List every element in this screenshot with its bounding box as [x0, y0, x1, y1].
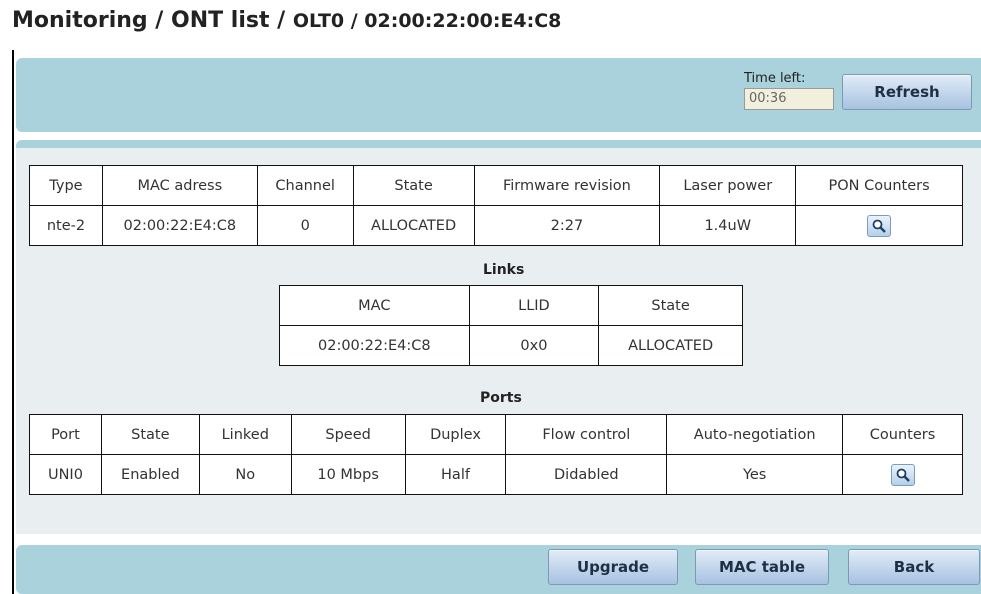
column-header: State — [100, 414, 200, 455]
link-state: ALLOCATED — [598, 325, 743, 366]
ont-firmware: 2:27 — [473, 205, 661, 246]
link-llid: 0x0 — [468, 325, 600, 366]
port-flow-control: Didabled — [505, 454, 668, 495]
magnifier-icon[interactable] — [867, 214, 892, 237]
port-counters-cell — [842, 454, 963, 495]
column-header: Auto-negotiation — [666, 414, 844, 455]
page-title: Monitoring / ONT list / OLT0 / 02:00:22:… — [12, 8, 561, 33]
column-header: State — [352, 165, 475, 206]
port-speed: 10 Mbps — [290, 454, 406, 495]
toolbar-panel: Time left: 00:36 Refresh — [16, 58, 981, 132]
port-state: Enabled — [100, 454, 200, 495]
ont-laser-power: 1.4uW — [659, 205, 797, 246]
port-name: UNI0 — [29, 454, 102, 495]
ont-table: Type MAC adress Channel State Firmware r… — [29, 165, 963, 246]
port-linked: No — [198, 454, 292, 495]
column-header: Laser power — [659, 165, 797, 206]
port-auto-negotiation: Yes — [666, 454, 844, 495]
ports-title: Ports — [480, 390, 522, 406]
page-title-device: OLT0 / 02:00:22:00:E4:C8 — [292, 10, 562, 32]
port-duplex: Half — [404, 454, 507, 495]
table-row: UNI0 Enabled No 10 Mbps Half Didabled Ye… — [29, 454, 963, 495]
links-table: MAC LLID State 02:00:22:E4:C8 0x0 ALLOCA… — [279, 285, 743, 366]
column-header: MAC adress — [101, 165, 258, 206]
column-header: State — [598, 285, 743, 326]
pon-counters-cell — [795, 205, 963, 246]
magnifier-icon[interactable] — [890, 463, 915, 486]
column-header: Firmware revision — [473, 165, 661, 206]
column-header: PON Counters — [795, 165, 963, 206]
link-mac: 02:00:22:E4:C8 — [279, 325, 470, 366]
table-header-row: Port State Linked Speed Duplex Flow cont… — [29, 414, 963, 455]
back-button[interactable]: Back — [848, 549, 980, 585]
refresh-button[interactable]: Refresh — [842, 74, 972, 110]
table-header-row: Type MAC adress Channel State Firmware r… — [29, 165, 963, 206]
table-header-row: MAC LLID State — [279, 285, 743, 326]
column-header: MAC — [279, 285, 470, 326]
time-left-label: Time left: — [744, 71, 806, 86]
ont-mac: 02:00:22:E4:C8 — [101, 205, 258, 246]
column-header: Speed — [290, 414, 406, 455]
column-header: LLID — [468, 285, 600, 326]
column-header: Duplex — [404, 414, 507, 455]
ont-state: ALLOCATED — [352, 205, 475, 246]
left-border — [12, 50, 14, 594]
upgrade-button[interactable]: Upgrade — [548, 549, 678, 585]
column-header: Port — [29, 414, 102, 455]
time-left: Time left: 00:36 — [744, 71, 834, 110]
links-title: Links — [483, 262, 525, 278]
column-header: Channel — [256, 165, 354, 206]
table-row: nte-2 02:00:22:E4:C8 0 ALLOCATED 2:27 1.… — [29, 205, 963, 246]
column-header: Type — [29, 165, 103, 206]
column-header: Counters — [842, 414, 963, 455]
ports-table: Port State Linked Speed Duplex Flow cont… — [29, 414, 963, 495]
ont-type: nte-2 — [29, 205, 103, 246]
mac-table-button[interactable]: MAC table — [695, 549, 829, 585]
column-header: Linked — [198, 414, 292, 455]
page-title-path: Monitoring / ONT list / — [12, 8, 293, 33]
action-panel: Upgrade MAC table Back — [16, 545, 981, 594]
ont-channel: 0 — [256, 205, 354, 246]
time-left-field: 00:36 — [744, 88, 834, 110]
table-row: 02:00:22:E4:C8 0x0 ALLOCATED — [279, 325, 743, 366]
column-header: Flow control — [505, 414, 668, 455]
